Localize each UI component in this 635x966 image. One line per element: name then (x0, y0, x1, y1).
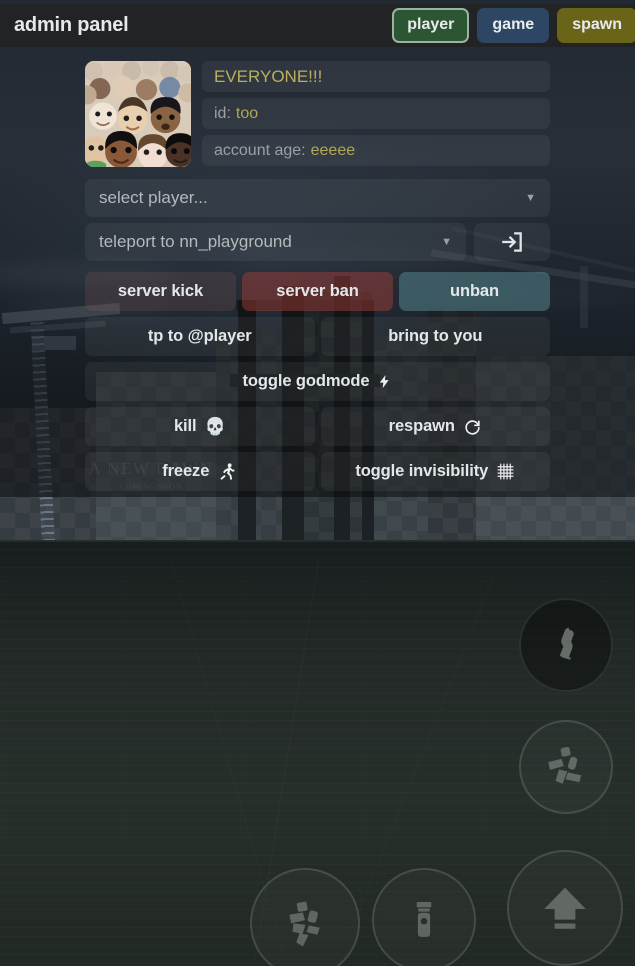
ragdoll-button[interactable] (519, 720, 613, 814)
running-person-icon (217, 462, 237, 482)
page-title: admin panel (14, 14, 129, 36)
player-id-value: too (235, 104, 259, 122)
kill-label: kill (173, 417, 197, 435)
admin-panel-header: admin panel player game spawn (0, 4, 635, 47)
select-player-label: select player... (99, 188, 208, 207)
lightning-bolt-icon (377, 372, 392, 391)
account-age-label: account age: (214, 141, 306, 159)
chevron-down-icon: ▼ (441, 235, 452, 248)
up-arrow-icon (536, 879, 594, 937)
avatar[interactable] (85, 61, 191, 167)
skull-icon: 💀 (204, 417, 226, 436)
account-age-value: eeeee (310, 141, 356, 159)
weapon-button[interactable] (519, 598, 613, 692)
teleport-go-button[interactable] (474, 223, 550, 261)
character-icon (279, 897, 331, 949)
life-row: kill 💀 respawn (85, 407, 550, 446)
chevron-down-icon: ▼ (525, 191, 536, 204)
tab-game[interactable]: game (477, 8, 550, 43)
tab-player[interactable]: player (392, 8, 470, 43)
tp-to-player-button[interactable]: tp to @player (85, 317, 315, 356)
app-root: A NEW DAWN COMING SOON admin panel playe… (0, 0, 635, 966)
profile-fields: EVERYONE!!! id: too account age: eeeee (202, 61, 550, 167)
grid-mesh-icon (496, 462, 515, 481)
bring-to-you-button[interactable]: bring to you (320, 317, 550, 356)
refresh-icon (463, 417, 482, 436)
crowd-of-avatars-image (85, 61, 191, 167)
header-tabs: player game spawn (392, 4, 635, 47)
toggle-invisibility-label: toggle invisibility (355, 462, 489, 480)
toggle-invisibility-button[interactable]: toggle invisibility (320, 452, 550, 491)
toggle-godmode-label: toggle godmode (242, 372, 370, 390)
player-id-label: id: (214, 104, 231, 122)
moderation-row: server kick server ban unban (85, 272, 550, 311)
unban-button[interactable]: unban (399, 272, 550, 311)
teleport-destination-dropdown[interactable]: teleport to nn_playground ▼ (85, 223, 466, 261)
teleport-actions-row: tp to @player bring to you (85, 317, 550, 356)
player-profile-card: EVERYONE!!! id: too account age: eeeee (85, 61, 550, 167)
movement-row: freeze toggle invisibility (85, 452, 550, 491)
kill-button[interactable]: kill 💀 (85, 407, 315, 446)
weapon-icon (543, 622, 589, 668)
enter-arrow-icon (499, 229, 525, 255)
flashlight-button[interactable] (372, 868, 476, 966)
freeze-button[interactable]: freeze (85, 452, 315, 491)
server-kick-button[interactable]: server kick (85, 272, 236, 311)
admin-panel-body: EVERYONE!!! id: too account age: eeeee s… (0, 47, 635, 497)
jump-button[interactable] (507, 850, 623, 966)
godmode-row: toggle godmode (85, 362, 550, 401)
flashlight-icon (401, 897, 447, 943)
player-name-field: EVERYONE!!! (202, 61, 550, 92)
respawn-label: respawn (388, 417, 455, 435)
account-age-field: account age: eeeee (202, 135, 550, 166)
respawn-button[interactable]: respawn (320, 407, 550, 446)
teleport-destination-label: teleport to nn_playground (99, 232, 292, 251)
player-id-field: id: too (202, 98, 550, 129)
server-ban-button[interactable]: server ban (242, 272, 393, 311)
toggle-godmode-button[interactable]: toggle godmode (85, 362, 550, 401)
horizon-line (0, 540, 635, 542)
tab-spawn[interactable]: spawn (557, 8, 635, 43)
freeze-label: freeze (162, 462, 210, 480)
teleport-row: teleport to nn_playground ▼ (85, 223, 550, 261)
ragdoll-icon (541, 742, 591, 792)
select-player-dropdown[interactable]: select player... ▼ (85, 179, 550, 217)
